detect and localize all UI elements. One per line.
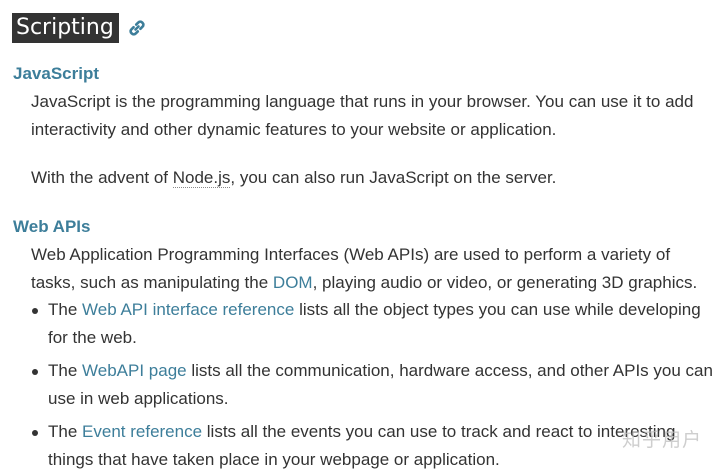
webapi-page-link[interactable]: WebAPI page [82, 361, 187, 380]
term-web-apis: Web APIs [13, 217, 91, 236]
web-apis-list: The Web API interface reference lists al… [32, 296, 716, 470]
bullet-icon [32, 430, 38, 436]
section-title: Scripting [12, 13, 119, 43]
term-javascript: JavaScript [13, 64, 99, 83]
dom-link[interactable]: DOM [273, 273, 313, 292]
web-api-interface-reference-link[interactable]: Web API interface reference [82, 300, 294, 319]
watermark: 知乎用户 [621, 429, 702, 451]
web-apis-description: Web Application Programming Interfaces (… [31, 241, 711, 297]
bullet-icon [32, 369, 38, 375]
list-item-text-before: The [48, 361, 83, 380]
nodejs-link[interactable]: Node.js [172, 168, 231, 188]
nodejs-paragraph: With the advent of Node.js, you can also… [31, 164, 711, 192]
list-item-event-reference: The Event reference lists all the events… [32, 418, 716, 470]
nodejs-text-before: With the advent of [31, 168, 173, 187]
nodejs-text-after: , you can also run JavaScript on the ser… [230, 168, 557, 187]
event-reference-link[interactable]: Event reference [82, 422, 202, 441]
list-item-interface-reference: The Web API interface reference lists al… [32, 296, 716, 352]
section-heading: Scripting [12, 12, 147, 44]
list-item-text-before: The [48, 422, 83, 441]
list-item-webapi-page: The WebAPI page lists all the communicat… [32, 357, 716, 413]
javascript-description: JavaScript is the programming language t… [31, 92, 694, 139]
link-icon[interactable] [127, 18, 147, 38]
bullet-icon [32, 308, 38, 314]
web-apis-text-after: , playing audio or video, or generating … [312, 273, 698, 292]
list-item-text-before: The [48, 300, 83, 319]
